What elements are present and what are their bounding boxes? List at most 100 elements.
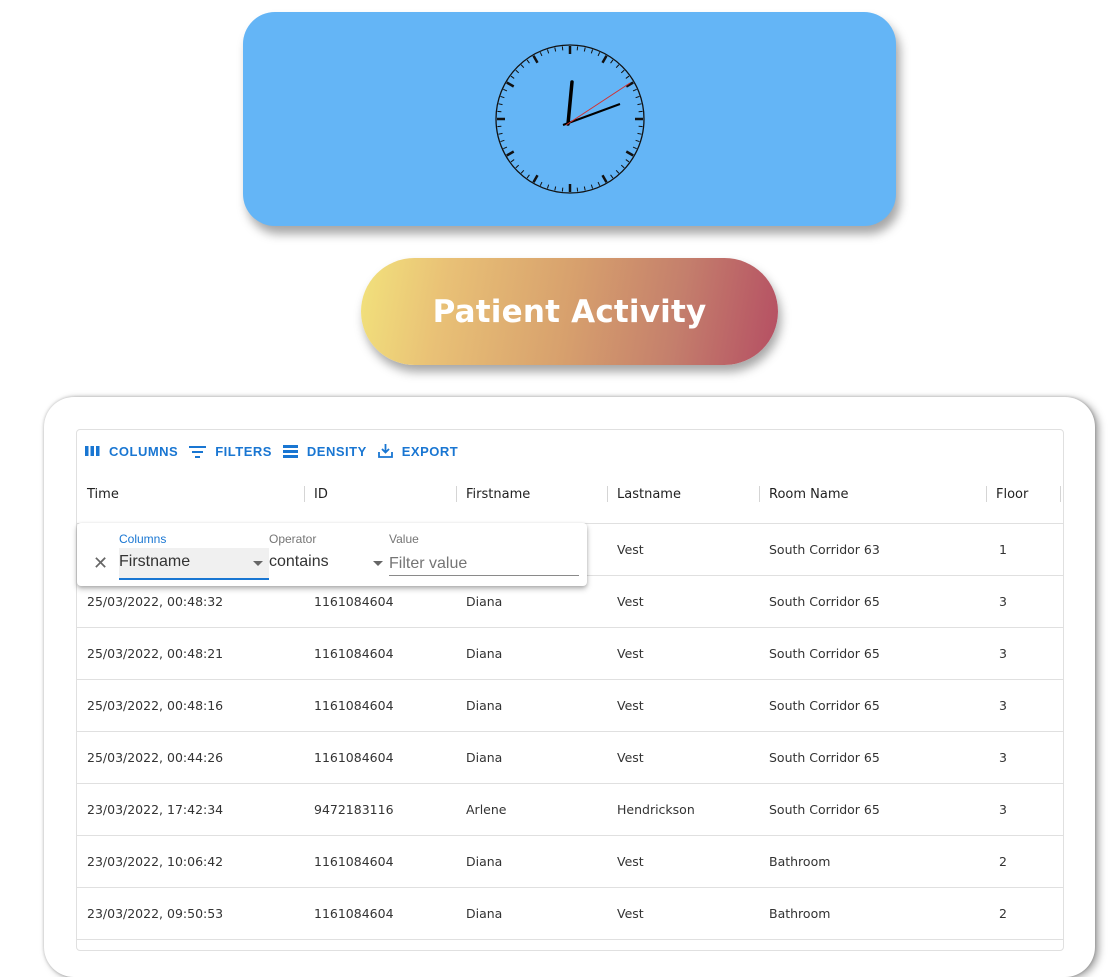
clock-tick: [591, 50, 592, 54]
clock-tick: [534, 175, 538, 182]
clock-tick: [511, 160, 514, 162]
cell-room-name: Bathroom: [769, 836, 830, 887]
filter-operator-select[interactable]: contains: [269, 548, 383, 578]
density-icon: [283, 445, 298, 458]
clock-tick: [547, 50, 548, 54]
column-separator[interactable]: [607, 486, 608, 502]
columns-button[interactable]: COLUMNS: [85, 444, 178, 459]
cell-lastname: Vest: [617, 576, 644, 627]
clock-tick: [507, 152, 514, 156]
clock-tick: [616, 65, 619, 68]
cell-lastname: Vest: [617, 732, 644, 783]
column-header-room-name[interactable]: Room Name: [769, 472, 849, 523]
density-button[interactable]: DENSITY: [283, 444, 367, 459]
cell-time: 23/03/2022, 10:06:42: [87, 836, 223, 887]
cell-floor: 2: [999, 836, 1007, 887]
filter-value-label: Value: [389, 532, 419, 546]
clock-tick: [611, 175, 613, 178]
export-label: EXPORT: [402, 444, 458, 459]
cell-id: 1161084604: [314, 628, 394, 679]
clock-tick: [503, 147, 507, 149]
cell-floor: 3: [999, 784, 1007, 835]
export-button[interactable]: EXPORT: [378, 444, 458, 459]
column-header-firstname[interactable]: Firstname: [466, 472, 530, 523]
clock-tick: [499, 133, 503, 134]
cell-lastname: Vest: [617, 524, 644, 575]
clock-tick: [603, 175, 607, 182]
table-row[interactable]: 23/03/2022, 09:50:53 1161084604 Diana Ve…: [77, 888, 1063, 940]
clock-tick: [621, 165, 624, 168]
filters-button[interactable]: FILTERS: [189, 444, 272, 459]
clock-tick: [626, 152, 633, 156]
filter-value-input[interactable]: [389, 553, 579, 576]
second-hand: [566, 83, 630, 125]
clock-tick: [527, 60, 529, 63]
filter-operator-value: contains: [269, 553, 329, 571]
clock-tick: [598, 182, 600, 186]
clock-tick: [591, 185, 592, 189]
column-header-time[interactable]: Time: [87, 472, 119, 523]
table-row[interactable]: 25/03/2022, 00:44:26 1161084604 Diana Ve…: [77, 732, 1063, 784]
clock-tick: [616, 170, 619, 173]
chevron-down-icon: [253, 561, 263, 566]
filter-operator-label: Operator: [269, 532, 316, 546]
table-row[interactable]: 23/03/2022, 17:42:34 9472183116 Arlene H…: [77, 784, 1063, 836]
cell-floor: 3: [999, 576, 1007, 627]
clock-tick: [636, 140, 640, 141]
clock-tick: [598, 52, 600, 56]
clock-tick: [637, 133, 641, 134]
download-icon: [378, 444, 393, 458]
clock-tick: [633, 89, 637, 91]
column-separator[interactable]: [986, 486, 987, 502]
column-header-lastname[interactable]: Lastname: [617, 472, 681, 523]
table-row[interactable]: 23/03/2022, 10:06:42 1161084604 Diana Ve…: [77, 836, 1063, 888]
cell-id: 1161084604: [314, 680, 394, 731]
cell-lastname: Vest: [617, 680, 644, 731]
cell-time: 25/03/2022, 00:48:21: [87, 628, 223, 679]
grid-toolbar: COLUMNS FILTERS DENSITY EXPORT: [85, 442, 469, 460]
cell-firstname: Diana: [466, 628, 502, 679]
columns-label: COLUMNS: [109, 444, 178, 459]
clock-tick: [633, 147, 637, 149]
page-title-banner: Patient Activity: [361, 258, 778, 365]
cell-floor: 3: [999, 680, 1007, 731]
cell-id: 1161084604: [314, 836, 394, 887]
cell-lastname: Vest: [617, 628, 644, 679]
analog-clock: [493, 42, 647, 196]
clock-tick: [499, 104, 503, 105]
table-row[interactable]: 25/03/2022, 00:48:16 1161084604 Diana Ve…: [77, 680, 1063, 732]
column-header-floor[interactable]: Floor: [996, 472, 1028, 523]
clock-tick: [555, 48, 556, 52]
filter-panel: ✕ Columns Firstname Operator contains Va…: [77, 523, 587, 586]
density-label: DENSITY: [307, 444, 367, 459]
cell-room-name: South Corridor 65: [769, 576, 880, 627]
cell-lastname: Vest: [617, 888, 644, 939]
column-separator[interactable]: [1060, 486, 1061, 502]
column-header-id[interactable]: ID: [314, 472, 328, 523]
data-grid: COLUMNS FILTERS DENSITY EXPORT: [76, 429, 1064, 951]
filter-columns-select[interactable]: Firstname: [119, 548, 269, 580]
cell-id: 1161084604: [314, 732, 394, 783]
column-separator[interactable]: [304, 486, 305, 502]
table-row[interactable]: 25/03/2022, 00:48:21 1161084604 Diana Ve…: [77, 628, 1063, 680]
clock-tick: [511, 76, 514, 78]
cell-room-name: South Corridor 65: [769, 732, 880, 783]
column-separator[interactable]: [456, 486, 457, 502]
column-separator[interactable]: [759, 486, 760, 502]
table-header-row: Time ID Firstname Lastname Room Name Flo…: [77, 472, 1063, 524]
close-filter-icon[interactable]: ✕: [93, 553, 108, 574]
cell-time: 25/03/2022, 00:48:16: [87, 680, 223, 731]
cell-floor: 1: [999, 524, 1007, 575]
clock-tick: [637, 104, 641, 105]
cell-floor: 2: [999, 888, 1007, 939]
clock-tick: [621, 70, 624, 73]
cell-lastname: Vest: [617, 836, 644, 887]
chevron-down-icon: [373, 561, 383, 566]
clock-tick: [503, 89, 507, 91]
filter-icon: [189, 445, 206, 458]
cell-firstname: Diana: [466, 836, 502, 887]
filters-label: FILTERS: [215, 444, 272, 459]
clock-tick: [636, 96, 640, 97]
cell-floor: 3: [999, 628, 1007, 679]
cell-room-name: South Corridor 65: [769, 628, 880, 679]
